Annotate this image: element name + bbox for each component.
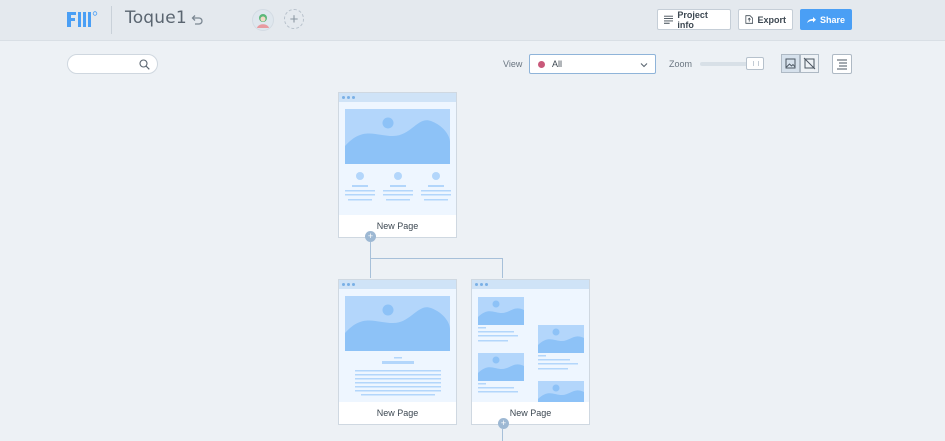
- page-label: New Page: [376, 408, 419, 418]
- export-button[interactable]: Export: [738, 9, 793, 30]
- share-arrow-icon: [807, 16, 816, 23]
- plus-icon: +: [289, 11, 299, 28]
- project-title[interactable]: Toque1: [125, 8, 187, 28]
- undo-icon[interactable]: [190, 13, 204, 27]
- view-select[interactable]: All: [529, 54, 656, 74]
- no-image-view-icon: [803, 57, 816, 70]
- avatar-image: [257, 14, 269, 28]
- card-header: [472, 280, 589, 289]
- page-label: New Page: [376, 221, 419, 231]
- project-info-label: Project info: [677, 9, 708, 30]
- chevron-down-icon: [640, 63, 648, 68]
- card-thumbnail: [339, 102, 456, 215]
- card-header: [339, 280, 456, 289]
- search-input[interactable]: [67, 54, 158, 74]
- image-view-icon: [785, 58, 796, 69]
- top-bar: Toque1 + Project info Export Share: [0, 0, 945, 41]
- add-user-button[interactable]: +: [284, 9, 304, 29]
- card-header: [339, 93, 456, 102]
- view-selected-value: All: [552, 59, 563, 69]
- connector-line: [502, 429, 503, 441]
- zoom-label: Zoom: [669, 59, 693, 69]
- outline-icon: [837, 59, 847, 70]
- outline-button[interactable]: [832, 54, 852, 74]
- no-image-view-toggle[interactable]: [800, 54, 819, 73]
- page-card[interactable]: New Page: [471, 279, 590, 425]
- add-child-page-button[interactable]: +: [365, 231, 376, 242]
- card-thumbnail: [339, 289, 456, 402]
- add-child-page-button[interactable]: +: [498, 418, 509, 429]
- logo-icon: [67, 11, 98, 27]
- share-button[interactable]: Share: [800, 9, 852, 30]
- zoom-slider-handle[interactable]: [746, 57, 764, 70]
- page-label: New Page: [509, 408, 552, 418]
- page-card[interactable]: New Page: [338, 92, 457, 238]
- view-color-dot: [538, 61, 545, 68]
- export-label: Export: [757, 14, 786, 25]
- connector-line: [502, 258, 503, 278]
- title-divider: [111, 6, 112, 34]
- project-info-button[interactable]: Project info: [657, 9, 731, 30]
- page-card[interactable]: New Page: [338, 279, 457, 425]
- search-icon: [139, 59, 150, 70]
- list-icon: [664, 15, 674, 24]
- share-label: Share: [819, 14, 845, 25]
- image-view-toggle[interactable]: [781, 54, 800, 73]
- avatar[interactable]: [252, 9, 274, 31]
- connector-line: [370, 258, 503, 259]
- view-label: View: [503, 59, 523, 69]
- export-icon: [745, 15, 754, 24]
- connector-line: [370, 242, 371, 278]
- card-thumbnail: [472, 289, 589, 402]
